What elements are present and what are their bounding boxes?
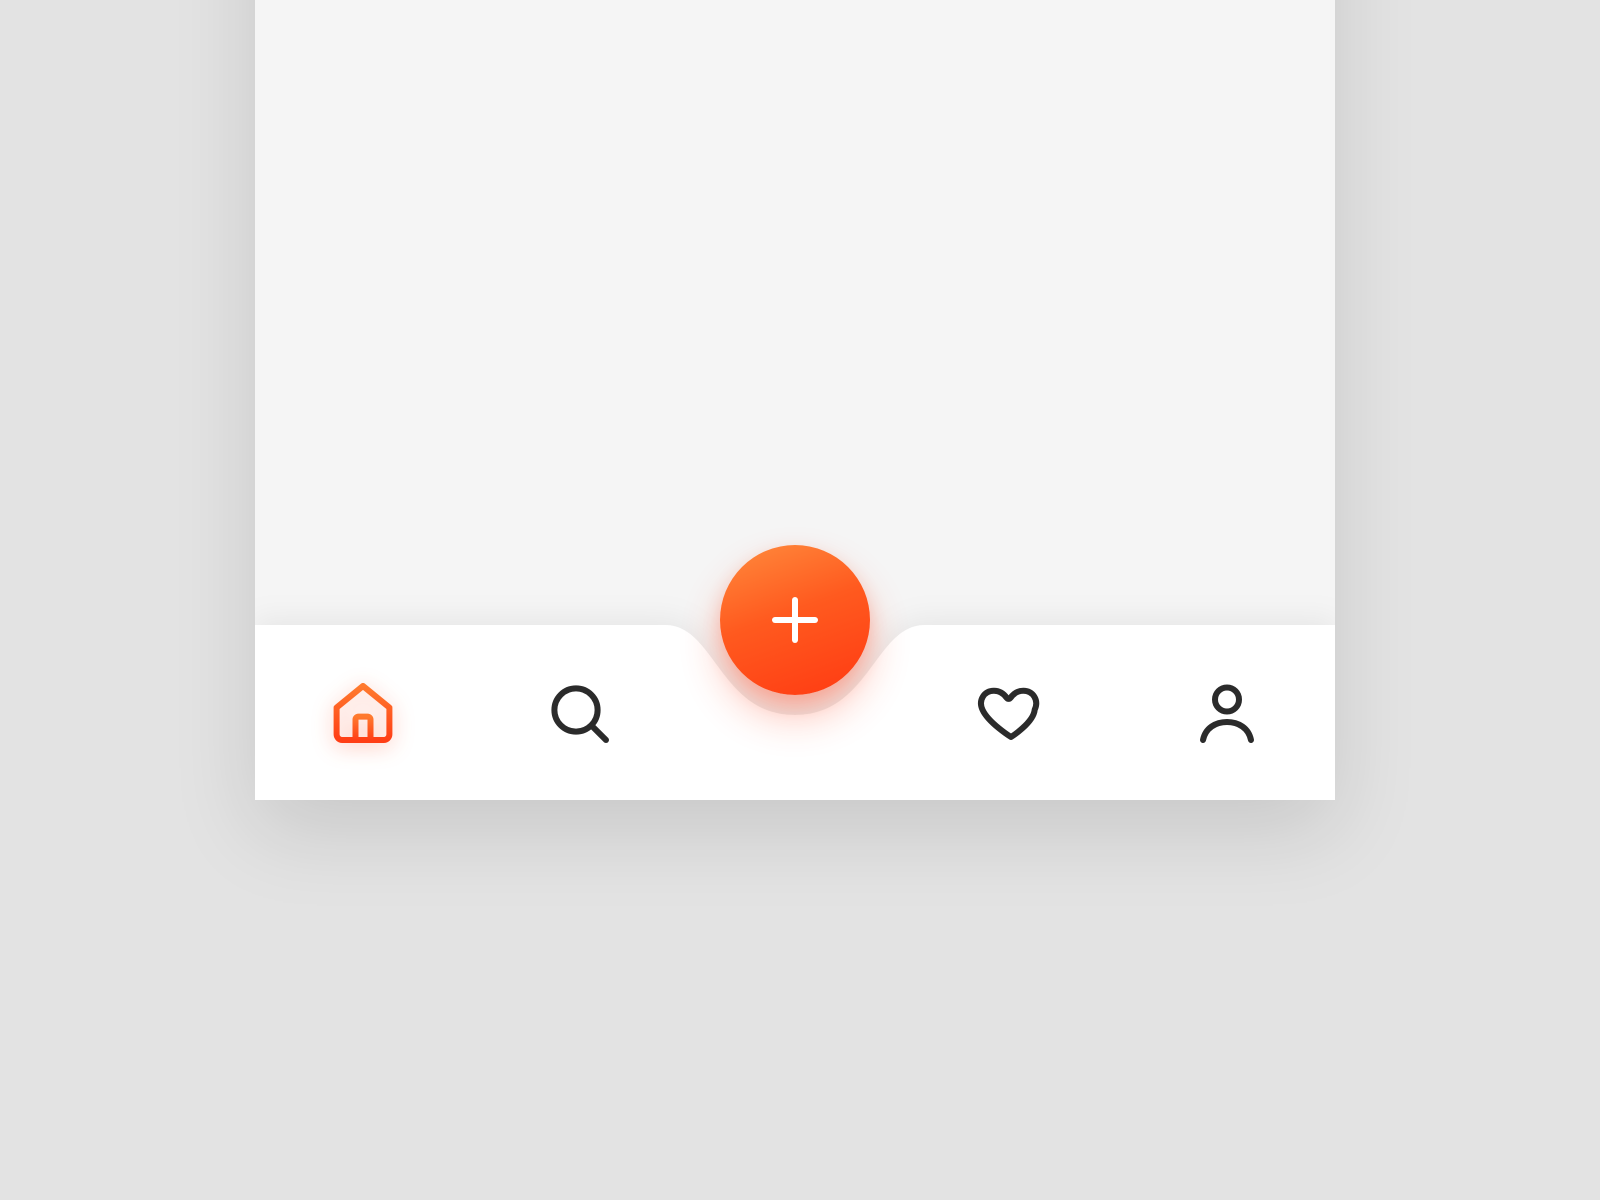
add-button[interactable]: Add [720, 545, 870, 695]
home-icon [327, 677, 399, 749]
user-icon [1191, 677, 1263, 749]
nav-item-search[interactable]: Search [471, 625, 687, 800]
app-viewport: Home Search [255, 0, 1335, 800]
nav-item-home[interactable]: Home [255, 625, 471, 800]
plus-icon [765, 590, 825, 650]
nav-item-profile[interactable]: Profile [1119, 625, 1335, 800]
nav-item-favorites[interactable]: Favorites [903, 625, 1119, 800]
search-icon [543, 677, 615, 749]
bottom-navigation: Home Search [255, 600, 1335, 800]
heart-icon [975, 677, 1047, 749]
